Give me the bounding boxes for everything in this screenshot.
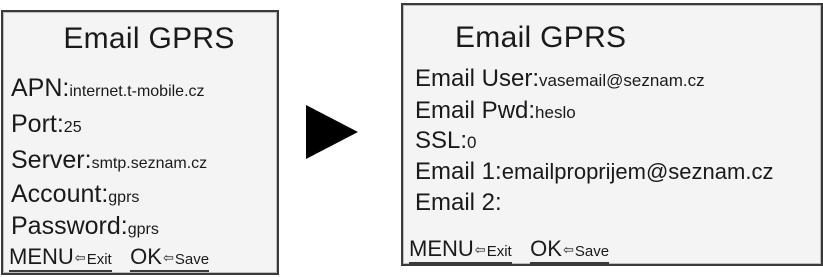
field-password[interactable]: Password:gprs — [11, 212, 159, 241]
softkey-underline — [409, 262, 512, 264]
save-action-label: Save — [574, 243, 610, 260]
screen-email-gprs-2: Email GPRS Email User:vasemail@seznam.cz… — [401, 3, 823, 266]
softkey-underline — [9, 270, 112, 272]
field-label: Password: — [11, 212, 128, 240]
field-port[interactable]: Port:25 — [11, 110, 82, 139]
menu-exit-softkey[interactable]: MENU⇦Exit — [409, 236, 512, 264]
exit-action-label: Exit — [486, 243, 512, 260]
menu-key-label: MENU — [9, 244, 74, 269]
softkey-underline — [130, 270, 210, 272]
field-email-user[interactable]: Email User:vasemail@seznam.cz — [415, 65, 705, 93]
field-email-pwd[interactable]: Email Pwd:heslo — [415, 97, 576, 125]
field-value: gprs — [127, 221, 159, 238]
field-value: 25 — [63, 119, 82, 136]
field-value: vasemail@seznam.cz — [539, 71, 705, 90]
field-label: Account: — [11, 180, 109, 208]
arrow-left-icon: ⇦ — [474, 242, 486, 257]
field-ssl[interactable]: SSL:0 — [415, 127, 477, 155]
field-label: Email 1: — [415, 158, 502, 185]
field-label: Server: — [11, 146, 92, 174]
softkey-bar: MENU⇦Exit OK⇦Save — [9, 244, 210, 272]
softkey-underline — [530, 262, 610, 264]
field-label: Email 2: — [415, 189, 502, 216]
ok-key-label: OK — [530, 236, 562, 261]
field-value: smtp.seznam.cz — [91, 155, 208, 172]
field-email-1[interactable]: Email 1:emailproprijem@seznam.cz — [415, 158, 773, 186]
field-account[interactable]: Account:gprs — [11, 180, 139, 209]
field-label: Port: — [11, 110, 64, 138]
menu-key-label: MENU — [409, 236, 474, 261]
screen-title: Email GPRS — [455, 21, 627, 54]
screen-email-gprs-1: Email GPRS APN:internet.t-mobile.cz Port… — [1, 10, 279, 275]
field-value: 0 — [467, 133, 477, 152]
screen-title: Email GPRS — [63, 22, 235, 55]
ok-save-softkey[interactable]: OK⇦Save — [130, 244, 210, 272]
field-value: heslo — [535, 103, 576, 122]
exit-action-label: Exit — [86, 251, 112, 268]
field-value: gprs — [108, 189, 140, 206]
save-action-label: Save — [174, 251, 210, 268]
right-arrow-icon — [306, 105, 358, 159]
field-email-2[interactable]: Email 2: — [415, 189, 502, 217]
ok-save-softkey[interactable]: OK⇦Save — [530, 236, 610, 264]
field-value: emailproprijem@seznam.cz — [501, 159, 774, 184]
field-label: Email User: — [415, 65, 540, 92]
field-label: SSL: — [415, 127, 468, 154]
menu-exit-softkey[interactable]: MENU⇦Exit — [9, 244, 112, 272]
field-value: internet.t-mobile.cz — [69, 83, 205, 100]
arrow-left-icon: ⇦ — [162, 250, 174, 265]
field-label: APN: — [11, 74, 70, 102]
softkey-bar: MENU⇦Exit OK⇦Save — [409, 236, 610, 264]
field-server[interactable]: Server:smtp.seznam.cz — [11, 146, 207, 175]
arrow-left-icon: ⇦ — [562, 242, 574, 257]
ok-key-label: OK — [130, 244, 162, 269]
field-label: Email Pwd: — [415, 97, 536, 124]
arrow-left-icon: ⇦ — [74, 250, 86, 265]
field-apn[interactable]: APN:internet.t-mobile.cz — [11, 74, 205, 103]
